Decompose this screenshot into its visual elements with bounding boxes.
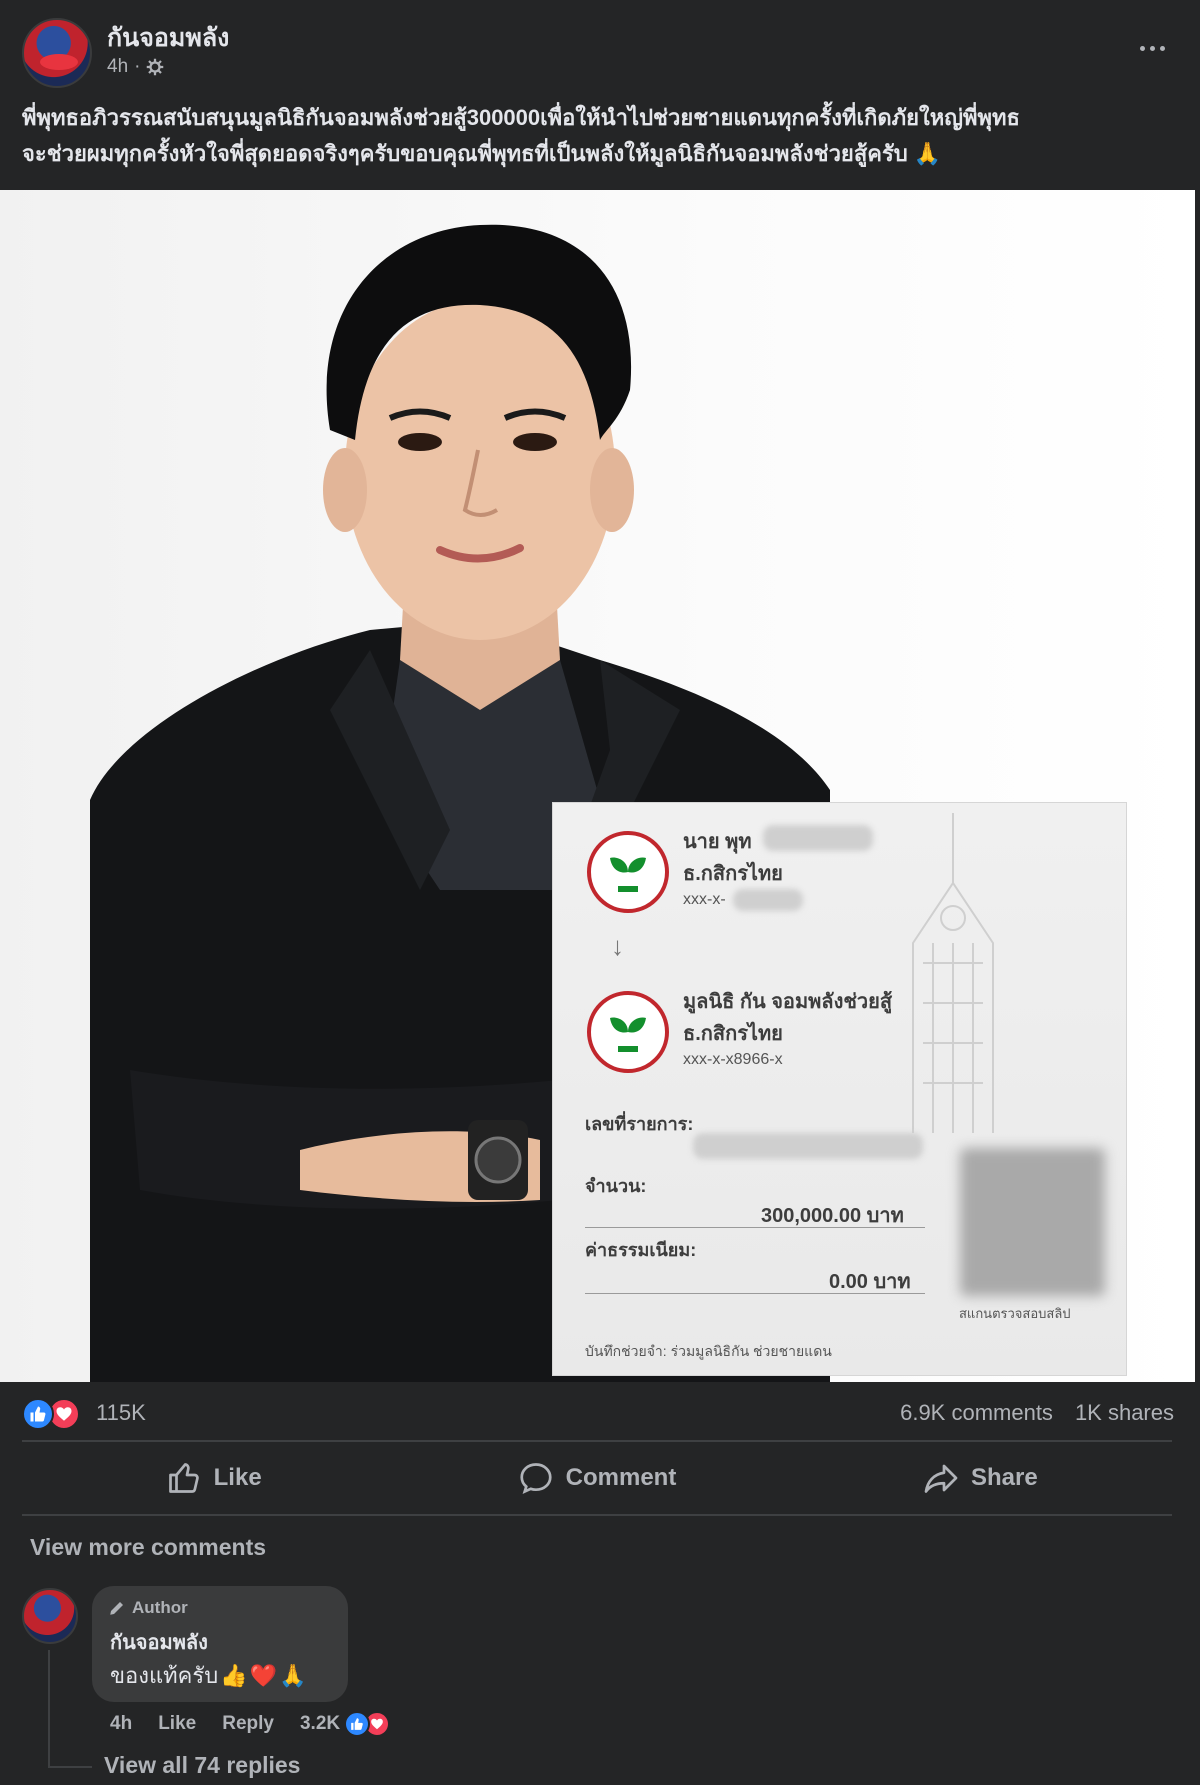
caption-line-1: พี่พุทธอภิวรรณสนับสนุนมูลนิธิกันจอมพลังช… bbox=[22, 105, 1020, 130]
qr-code-redacted bbox=[960, 1148, 1105, 1296]
share-count[interactable]: 1K shares bbox=[1075, 1400, 1174, 1426]
comment-bubble-icon bbox=[520, 1463, 552, 1494]
sender-account: xxx-x- bbox=[683, 891, 726, 908]
pray-emoji: 🙏 bbox=[913, 141, 942, 166]
arrow-down-icon: ↓ bbox=[611, 931, 624, 961]
share-button[interactable]: Share bbox=[789, 1445, 1172, 1511]
sender-bank: ธ.กสิกรไทย bbox=[683, 863, 783, 885]
more-dots-icon[interactable] bbox=[1130, 30, 1174, 66]
comment-like-link[interactable]: Like bbox=[158, 1713, 196, 1735]
post-photo[interactable]: นาย พุท ธ.กสิกรไทย xxx-x- ↓ มูลนิธิ กัน … bbox=[0, 190, 1195, 1382]
page-avatar[interactable] bbox=[22, 18, 92, 88]
commenter-name[interactable]: กันจอมพลัง bbox=[110, 1626, 208, 1658]
pray-emoji: 🙏 bbox=[279, 1662, 307, 1688]
ref-label: เลขที่รายการ: bbox=[585, 1114, 694, 1134]
facebook-post: กันจอมพลัง 4h · พี่พุทธอภิวรรณสนับสนุนมู… bbox=[0, 0, 1200, 1785]
comment-meta: 4h Like Reply 3.2K bbox=[110, 1711, 391, 1737]
post-time[interactable]: 4h bbox=[107, 56, 128, 78]
like-label: Like bbox=[213, 1464, 262, 1491]
comment-time[interactable]: 4h bbox=[110, 1713, 132, 1735]
share-label: Share bbox=[970, 1464, 1038, 1491]
thumbs-up-icon bbox=[168, 1463, 199, 1493]
author-badge: Author bbox=[108, 1598, 188, 1618]
share-arrow-icon bbox=[924, 1464, 958, 1493]
view-more-comments-link[interactable]: View more comments bbox=[30, 1534, 266, 1561]
thumbs-up-emoji: 👍 bbox=[220, 1662, 248, 1688]
action-bar: Like Comment Share bbox=[22, 1445, 1172, 1511]
kbank-logo-icon bbox=[587, 831, 669, 913]
receiver-bank: ธ.กสิกรไทย bbox=[683, 1023, 783, 1045]
pencil-icon bbox=[110, 1602, 123, 1615]
caption-line-2: จะช่วยผมทุกครั้งหัวใจพี่สุดยอดจริงๆครับข… bbox=[22, 141, 942, 166]
memo: บันทึกช่วยจำ: ร่วมมูลนิธิกัน ช่วยชายแดน bbox=[585, 1343, 832, 1359]
reaction-stats: 115K 6.9K comments 1K shares bbox=[22, 1393, 1174, 1433]
fee-label: ค่าธรรมเนียม: bbox=[585, 1240, 697, 1260]
transfer-receipt: นาย พุท ธ.กสิกรไทย xxx-x- ↓ มูลนิธิ กัน … bbox=[552, 802, 1127, 1376]
commenter-avatar[interactable] bbox=[22, 1588, 78, 1644]
page-name[interactable]: กันจอมพลัง bbox=[107, 18, 229, 58]
like-reaction-icon bbox=[22, 1398, 54, 1430]
comment-count[interactable]: 6.9K comments bbox=[900, 1400, 1053, 1426]
like-button[interactable]: Like bbox=[22, 1445, 405, 1511]
comment-button[interactable]: Comment bbox=[405, 1445, 788, 1511]
comment-text: ของแท้ครับ 👍 ❤️ 🙏 bbox=[110, 1662, 307, 1689]
receiver-name: มูลนิธิ กัน จอมพลังช่วยสู้ bbox=[683, 991, 893, 1013]
view-replies-link[interactable]: View all 74 replies bbox=[104, 1752, 300, 1779]
post-caption: พี่พุทธอภิวรรณสนับสนุนมูลนิธิกันจอมพลังช… bbox=[22, 100, 1182, 172]
building-watermark-icon bbox=[912, 813, 994, 1133]
like-reaction-icon bbox=[344, 1711, 371, 1737]
comment-reactions[interactable]: 3.2K bbox=[299, 1711, 391, 1737]
divider bbox=[22, 1514, 1172, 1516]
kbank-logo-icon bbox=[587, 991, 669, 1073]
reaction-count[interactable]: 115K bbox=[96, 1400, 146, 1426]
heart-emoji: ❤️ bbox=[249, 1662, 277, 1688]
comment-label: Comment bbox=[565, 1464, 677, 1491]
comment-reaction-count: 3.2K bbox=[299, 1713, 341, 1734]
comment-bubble: Author กันจอมพลัง ของแท้ครับ 👍 ❤️ 🙏 bbox=[92, 1586, 348, 1702]
redacted-sender bbox=[763, 825, 873, 851]
amount-label: จำนวน: bbox=[585, 1176, 647, 1196]
reaction-icons[interactable] bbox=[22, 1396, 86, 1430]
qr-caption: สแกนตรวจสอบสลิป bbox=[959, 1306, 1071, 1321]
post-header: กันจอมพลัง 4h · bbox=[0, 0, 1200, 92]
comment-reply-link[interactable]: Reply bbox=[222, 1713, 274, 1735]
divider bbox=[22, 1440, 1172, 1442]
post-meta: 4h · bbox=[107, 56, 164, 78]
redacted-ref bbox=[693, 1133, 923, 1159]
sender-name: นาย พุท bbox=[683, 831, 752, 853]
redacted-account bbox=[733, 889, 803, 911]
receiver-account: xxx-x-x8966-x bbox=[683, 1051, 783, 1068]
gear-icon bbox=[147, 58, 164, 76]
meta-separator: · bbox=[134, 56, 141, 77]
